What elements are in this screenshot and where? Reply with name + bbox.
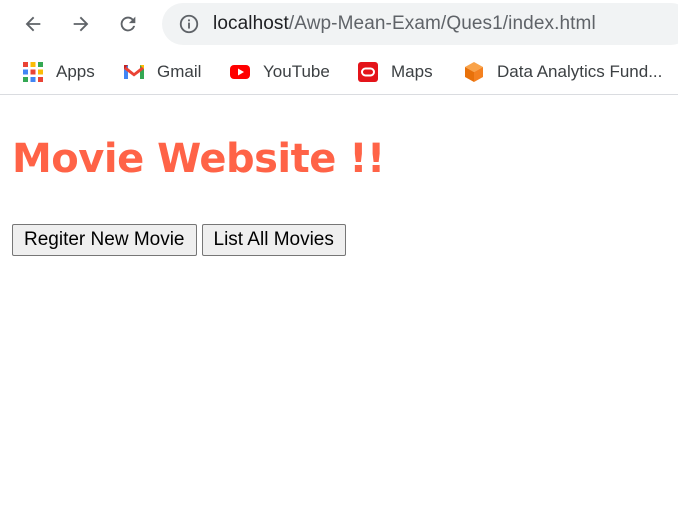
bookmark-data-analytics[interactable]: Data Analytics Fund... [463, 60, 662, 84]
bookmark-label: Data Analytics Fund... [497, 62, 663, 81]
youtube-icon [229, 61, 251, 83]
bookmark-label: Gmail [157, 62, 202, 81]
action-buttons: Regiter New Movie List All Movies [12, 224, 346, 256]
url-host: localhost [213, 13, 289, 34]
bookmarks-bar: Apps Gmail YouTube Maps Data Analytics F… [0, 50, 678, 95]
url-path: /Awp-Mean-Exam/Ques1/index.html [288, 13, 596, 34]
reload-icon [120, 16, 136, 32]
register-new-movie-button[interactable]: Regiter New Movie [12, 224, 197, 256]
bookmark-gmail[interactable]: Gmail [123, 60, 201, 84]
arrow-right-icon [73, 16, 89, 32]
back-button[interactable] [16, 7, 50, 41]
browser-toolbar: localhost/Awp-Mean-Exam/Ques1/index.html [0, 0, 678, 50]
list-all-movies-button[interactable]: List All Movies [201, 224, 346, 256]
maps-icon [357, 61, 379, 83]
url-text[interactable]: localhost/Awp-Mean-Exam/Ques1/index.html [213, 13, 596, 35]
apps-grid-icon [22, 61, 44, 83]
bookmark-label: Maps [391, 62, 433, 81]
bookmark-youtube[interactable]: YouTube [229, 60, 330, 84]
cube-icon [463, 61, 485, 83]
reload-button[interactable] [111, 7, 145, 41]
page-title: Movie Website !! [12, 136, 385, 182]
bookmark-apps[interactable]: Apps [22, 60, 95, 84]
arrow-left-icon [25, 16, 41, 32]
info-icon[interactable] [178, 13, 200, 35]
forward-button[interactable] [64, 7, 98, 41]
address-bar[interactable]: localhost/Awp-Mean-Exam/Ques1/index.html [162, 3, 678, 45]
bookmark-maps[interactable]: Maps [357, 60, 433, 84]
bookmark-label: Apps [56, 62, 95, 81]
gmail-icon [123, 61, 145, 83]
bookmark-label: YouTube [263, 62, 330, 81]
